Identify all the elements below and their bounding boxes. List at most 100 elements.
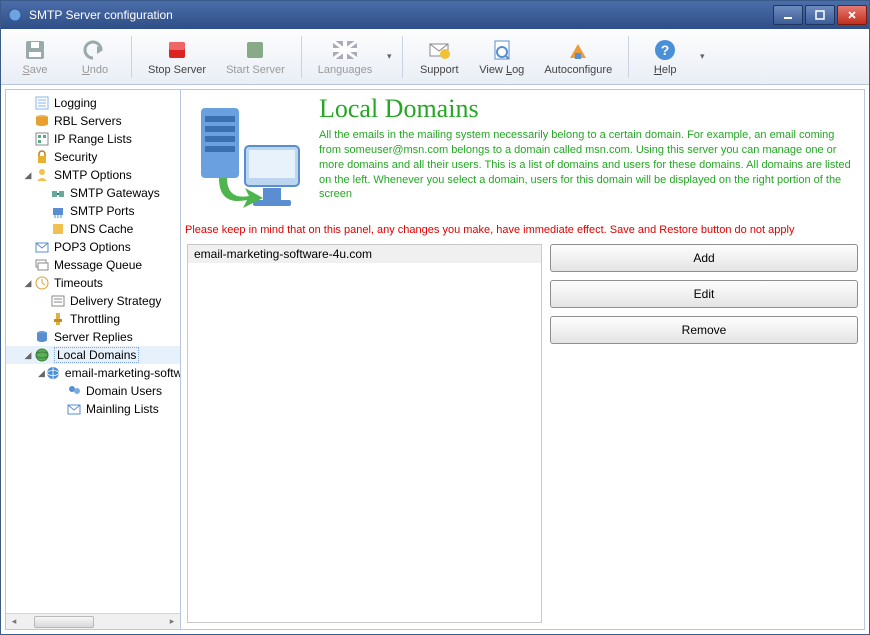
tree-item-logging[interactable]: Logging [6, 94, 180, 112]
main-panel: Local Domains All the emails in the mail… [181, 90, 864, 629]
queue-icon [34, 257, 50, 273]
undo-icon [83, 38, 107, 62]
action-buttons: Add Edit Remove [550, 244, 858, 623]
sidebar-hscrollbar[interactable]: ◂ ▸ [6, 613, 180, 629]
dns-icon [50, 221, 66, 237]
autoconfigure-label: Autoconfigure [544, 64, 612, 76]
title-bar[interactable]: SMTP Server configuration [1, 1, 869, 29]
separator [301, 36, 302, 78]
smtp-icon [34, 167, 50, 183]
content-area: Logging RBL Servers IP Range Lists Secur… [5, 89, 865, 630]
collapse-icon[interactable]: ◢ [22, 170, 34, 181]
separator [131, 36, 132, 78]
start-server-button[interactable]: Start Server [216, 31, 295, 83]
replies-icon [34, 329, 50, 345]
start-server-label: Start Server [226, 64, 285, 76]
undo-label: Undo [82, 64, 108, 76]
throttle-icon [50, 311, 66, 327]
minimize-button[interactable] [773, 5, 803, 25]
collapse-icon[interactable]: ◢ [22, 278, 34, 289]
autoconfigure-button[interactable]: Autoconfigure [534, 31, 622, 83]
work-area: email-marketing-software-4u.com Add Edit… [181, 244, 864, 629]
window-buttons [771, 5, 867, 25]
support-icon [427, 38, 451, 62]
svg-text:?: ? [661, 42, 670, 58]
tree-item-smtp-options[interactable]: ◢SMTP Options [6, 166, 180, 184]
rbl-icon [34, 113, 50, 129]
toolbar: Save Undo Stop Server Start Server Langu… [1, 29, 869, 85]
support-label: Support [420, 64, 459, 76]
separator [402, 36, 403, 78]
remove-button[interactable]: Remove [550, 316, 858, 344]
tree-item-rbl[interactable]: RBL Servers [6, 112, 180, 130]
autoconfigure-icon [566, 38, 590, 62]
page-header: Local Domains All the emails in the mail… [181, 90, 864, 220]
tree-item-smtp-gateways[interactable]: SMTP Gateways [6, 184, 180, 202]
edit-button[interactable]: Edit [550, 280, 858, 308]
ip-range-icon [34, 131, 50, 147]
log-icon [34, 95, 50, 111]
tree-item-pop3[interactable]: POP3 Options [6, 238, 180, 256]
tree-item-timeouts[interactable]: ◢Timeouts [6, 274, 180, 292]
mailing-icon [66, 401, 82, 417]
undo-button[interactable]: Undo [65, 31, 125, 83]
pop3-icon [34, 239, 50, 255]
scroll-right-icon[interactable]: ▸ [166, 616, 178, 627]
tree-item-security[interactable]: Security [6, 148, 180, 166]
gateway-icon [50, 185, 66, 201]
strategy-icon [50, 293, 66, 309]
start-server-icon [243, 38, 267, 62]
languages-dropdown-icon[interactable]: ▾ [382, 51, 396, 62]
tree-item-msg-queue[interactable]: Message Queue [6, 256, 180, 274]
stop-server-button[interactable]: Stop Server [138, 31, 216, 83]
tree-item-local-domains[interactable]: ◢Local Domains [6, 346, 180, 364]
app-window: SMTP Server configuration Save Undo Stop… [0, 0, 870, 635]
scroll-left-icon[interactable]: ◂ [8, 616, 20, 627]
collapse-icon[interactable]: ◢ [38, 368, 45, 379]
view-log-label: View Log [479, 64, 524, 76]
maximize-button[interactable] [805, 5, 835, 25]
tree-item-dns-cache[interactable]: DNS Cache [6, 220, 180, 238]
help-icon: ? [653, 38, 677, 62]
support-button[interactable]: Support [409, 31, 469, 83]
app-icon [7, 7, 23, 23]
collapse-icon[interactable]: ◢ [22, 350, 34, 361]
save-label: Save [22, 64, 47, 76]
help-label: Help [654, 64, 677, 76]
page-header-text: Local Domains All the emails in the mail… [309, 96, 854, 218]
view-log-icon [490, 38, 514, 62]
port-icon [50, 203, 66, 219]
tree-item-throttling[interactable]: Throttling [6, 310, 180, 328]
tree-item-mailing-lists[interactable]: Mainling Lists [6, 400, 180, 418]
stop-server-icon [165, 38, 189, 62]
help-button[interactable]: ? Help [635, 31, 695, 83]
users-icon [66, 383, 82, 399]
save-button[interactable]: Save [5, 31, 65, 83]
window-title: SMTP Server configuration [29, 8, 771, 22]
stop-server-label: Stop Server [148, 64, 206, 76]
tree-item-delivery-strategy[interactable]: Delivery Strategy [6, 292, 180, 310]
page-illustration [189, 96, 309, 216]
globe-icon [45, 365, 61, 381]
domain-list[interactable]: email-marketing-software-4u.com [187, 244, 542, 623]
page-description: All the emails in the mailing system nec… [319, 128, 854, 202]
tree-item-domain-entry[interactable]: ◢email-marketing-softw [6, 364, 180, 382]
add-button[interactable]: Add [550, 244, 858, 272]
tree-item-smtp-ports[interactable]: SMTP Ports [6, 202, 180, 220]
list-item[interactable]: email-marketing-software-4u.com [188, 245, 541, 263]
languages-button[interactable]: Languages [308, 31, 382, 83]
languages-label: Languages [318, 64, 372, 76]
help-dropdown-icon[interactable]: ▾ [695, 51, 709, 62]
close-button[interactable] [837, 5, 867, 25]
sidebar: Logging RBL Servers IP Range Lists Secur… [6, 90, 181, 629]
warning-text: Please keep in mind that on this panel, … [181, 220, 864, 244]
scrollbar-thumb[interactable] [34, 616, 94, 628]
lock-icon [34, 149, 50, 165]
page-title: Local Domains [319, 94, 854, 124]
domains-icon [34, 347, 50, 363]
tree-item-domain-users[interactable]: Domain Users [6, 382, 180, 400]
tree-item-server-replies[interactable]: Server Replies [6, 328, 180, 346]
tree-item-ip-range[interactable]: IP Range Lists [6, 130, 180, 148]
nav-tree[interactable]: Logging RBL Servers IP Range Lists Secur… [6, 90, 180, 613]
view-log-button[interactable]: View Log [469, 31, 534, 83]
